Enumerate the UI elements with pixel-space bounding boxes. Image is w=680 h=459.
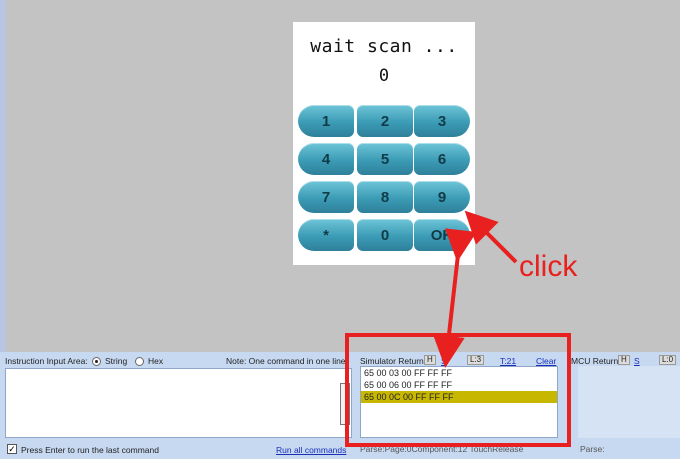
simulator-screen: wait scan ... 0 1 2 3 4 5 6 7 8 9 * 0 OK	[293, 22, 475, 265]
key-0[interactable]: 0	[357, 219, 413, 251]
return-row[interactable]: 65 00 03 00 FF FF FF	[361, 367, 557, 379]
key-2[interactable]: 2	[357, 105, 413, 137]
key-7[interactable]: 7	[298, 181, 354, 213]
sim-return-hex-button[interactable]: H	[424, 355, 436, 365]
scan-value-text: 0	[378, 66, 390, 86]
instruction-note: Note: One command in one line	[226, 356, 346, 366]
key-5[interactable]: 5	[357, 143, 413, 175]
sim-return-length: L:3	[467, 355, 485, 365]
debug-panel: Instruction Input Area: String Hex Note:…	[0, 352, 680, 459]
run-all-commands-link[interactable]: Run all commands	[276, 445, 346, 455]
press-enter-label: Press Enter to run the last command	[21, 445, 159, 455]
radio-string[interactable]	[92, 357, 101, 366]
key-4[interactable]: 4	[298, 143, 354, 175]
key-ok[interactable]: OK	[414, 219, 470, 251]
window-left-edge	[0, 0, 6, 352]
mcu-return-list[interactable]	[578, 366, 680, 438]
radio-hex[interactable]	[135, 357, 144, 366]
mcu-return-length: L:0	[659, 355, 677, 365]
simulator-return-list[interactable]: 65 00 03 00 FF FF FF 65 00 06 00 FF FF F…	[360, 366, 558, 438]
radio-hex-label: Hex	[148, 356, 164, 366]
instruction-scrollbar[interactable]	[340, 383, 350, 425]
key-1[interactable]: 1	[298, 105, 354, 137]
mcu-return-hex-button[interactable]: H	[618, 355, 630, 365]
mcu-return-string-link[interactable]: S	[634, 356, 640, 366]
key-6[interactable]: 6	[414, 143, 470, 175]
mcu-return-label: MCU Return:	[571, 356, 621, 366]
key-8[interactable]: 8	[357, 181, 413, 213]
sim-return-clear-link[interactable]: Clear	[536, 356, 556, 366]
sim-return-string-link[interactable]: S	[441, 356, 447, 366]
key-9[interactable]: 9	[414, 181, 470, 213]
arrow-to-ok-key	[464, 210, 518, 264]
sim-return-time: T:21	[500, 356, 517, 366]
return-row[interactable]: 65 00 06 00 FF FF FF	[361, 379, 557, 391]
radio-string-label: String	[105, 356, 128, 366]
click-annotation-label: click	[519, 250, 578, 283]
return-row-selected[interactable]: 65 00 0C 00 FF FF FF	[361, 391, 557, 403]
key-3[interactable]: 3	[414, 105, 470, 137]
instruction-input[interactable]	[5, 368, 352, 438]
mcu-parse-text: Parse:	[580, 444, 605, 454]
simulator-parse-text: Parse:Page:0Component:12 TouchRelease	[360, 444, 524, 454]
key-star[interactable]: *	[298, 219, 354, 251]
scan-status-text: wait scan ...	[310, 36, 458, 57]
simulator-return-label: Simulator Return:	[360, 356, 427, 366]
press-enter-checkbox[interactable]: ✓	[7, 444, 17, 454]
instruction-input-label: Instruction Input Area:	[5, 356, 88, 366]
